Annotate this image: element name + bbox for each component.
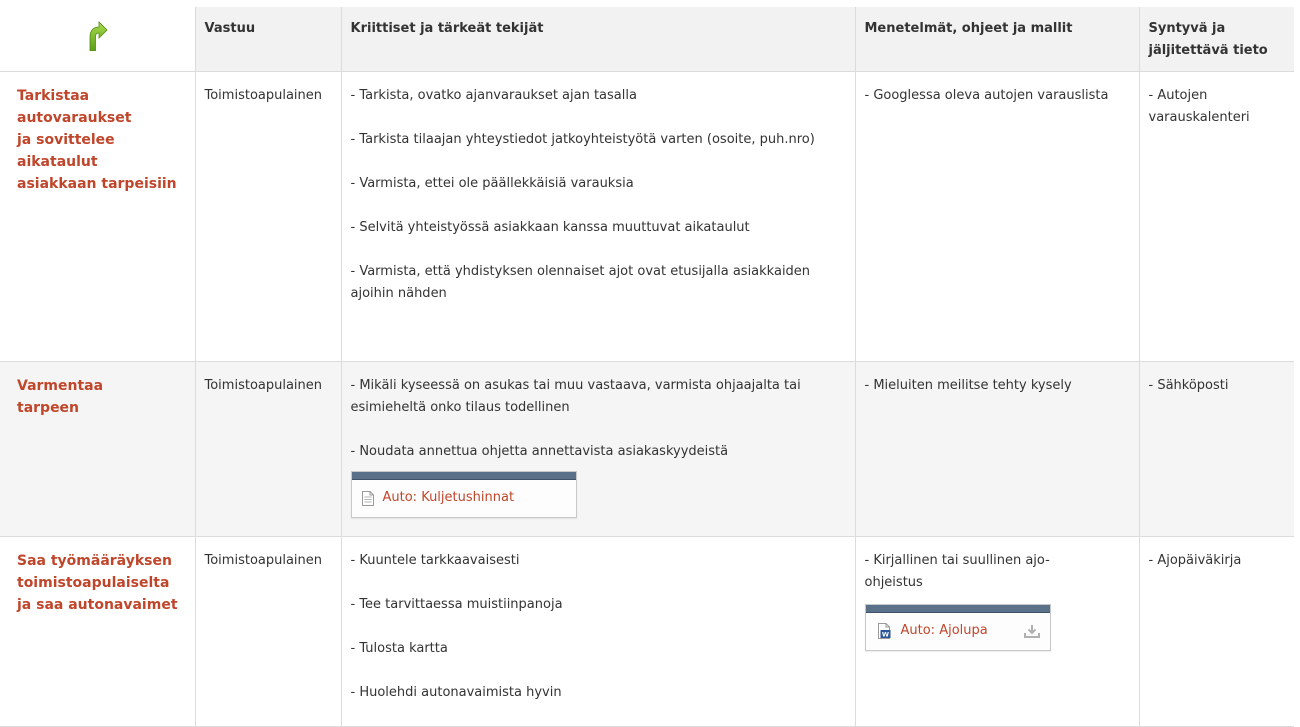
list-item: - Tee tarvittaessa muistiinpanoja xyxy=(350,597,563,612)
attachment-card[interactable]: W Auto: Ajolupa xyxy=(864,604,1051,651)
column-header-vastuu: Vastuu xyxy=(195,7,342,72)
attachment-body[interactable]: W Auto: Ajolupa xyxy=(865,613,1050,650)
attachment-body[interactable]: Auto: Kuljetushinnat xyxy=(351,480,576,517)
critical-cell: - Kuuntele tarkkaavaisesti - Tee tarvitt… xyxy=(341,536,856,727)
list-item: - Selvitä yhteistyössä asiakkaan kanssa … xyxy=(350,220,750,235)
responsible-cell: Toimistoapulainen xyxy=(195,361,342,537)
word-document-icon: W xyxy=(876,623,892,639)
step-cell: Saa työmääräyksen toimistoapulaiselta ja… xyxy=(0,536,196,727)
header-arrow-cell xyxy=(0,7,196,72)
attachment-header-bar xyxy=(865,605,1050,613)
critical-cell: - Mikäli kyseessä on asukas tai muu vast… xyxy=(341,361,856,537)
methods-cell: - Googlessa oleva autojen varauslista xyxy=(855,71,1140,362)
step-link[interactable]: Saa työmääräyksen toimistoapulaiselta ja… xyxy=(17,550,187,616)
step-cell: Tarkistaa autovaraukset ja sovittelee ai… xyxy=(0,71,196,362)
green-curved-arrow-icon xyxy=(86,21,108,55)
table-row: Tarkistaa autovaraukset ja sovittelee ai… xyxy=(0,71,1294,362)
list-item: - Varmista, että yhdistyksen olennaiset … xyxy=(350,264,811,301)
table-row: Varmentaa tarpeen Toimistoapulainen - Mi… xyxy=(0,361,1294,537)
svg-text:W: W xyxy=(881,631,888,639)
attachment-header-bar xyxy=(351,472,576,480)
info-cell: - Ajopäiväkirja xyxy=(1139,536,1294,727)
attachment-link[interactable]: Auto: Ajolupa xyxy=(901,620,1016,642)
list-item: - Varmista, ettei ole päällekkäisiä vara… xyxy=(350,176,634,191)
responsible-cell: Toimistoapulainen xyxy=(195,71,342,362)
list-item: - Tulosta kartta xyxy=(350,641,448,656)
document-icon xyxy=(361,490,374,506)
info-cell: - Autojen varauskalenteri xyxy=(1139,71,1294,362)
list-item: - Kuuntele tarkkaavaisesti xyxy=(350,553,520,568)
critical-cell: - Tarkista, ovatko ajanvaraukset ajan ta… xyxy=(341,71,856,362)
methods-cell: - Kirjallinen tai suullinen ajo-ohjeistu… xyxy=(855,536,1140,727)
responsible-cell: Toimistoapulainen xyxy=(195,536,342,727)
list-item: - Mikäli kyseessä on asukas tai muu vast… xyxy=(350,378,801,415)
step-link[interactable]: Tarkistaa autovaraukset ja sovittelee ai… xyxy=(17,85,187,195)
column-header-tieto: Syntyvä ja jäljitettävä tieto xyxy=(1139,7,1294,72)
info-cell: - Sähköposti xyxy=(1139,361,1294,537)
methods-cell: - Mieluiten meilitse tehty kysely xyxy=(855,361,1140,537)
methods-text: - Kirjallinen tai suullinen ajo-ohjeistu… xyxy=(864,553,1050,590)
attachment-link[interactable]: Auto: Kuljetushinnat xyxy=(383,487,566,509)
process-table: Vastuu Kriittiset ja tärkeät tekijät Men… xyxy=(0,7,1294,727)
attachment-card[interactable]: Auto: Kuljetushinnat xyxy=(350,471,577,518)
list-item: - Noudata annettua ohjetta annettavista … xyxy=(350,444,729,459)
table-row: Saa työmääräyksen toimistoapulaiselta ja… xyxy=(0,536,1294,727)
column-header-kriittiset: Kriittiset ja tärkeät tekijät xyxy=(341,7,856,72)
download-icon[interactable] xyxy=(1023,624,1040,638)
step-link[interactable]: Varmentaa tarpeen xyxy=(17,375,187,419)
column-header-menetelmat: Menetelmät, ohjeet ja mallit xyxy=(855,7,1140,72)
list-item: - Tarkista tilaajan yhteystiedot jatkoyh… xyxy=(350,132,815,147)
list-item: - Huolehdi autonavaimista hyvin xyxy=(350,685,562,700)
list-item: - Tarkista, ovatko ajanvaraukset ajan ta… xyxy=(350,88,637,103)
step-cell: Varmentaa tarpeen xyxy=(0,361,196,537)
header-row: Vastuu Kriittiset ja tärkeät tekijät Men… xyxy=(0,7,1294,72)
